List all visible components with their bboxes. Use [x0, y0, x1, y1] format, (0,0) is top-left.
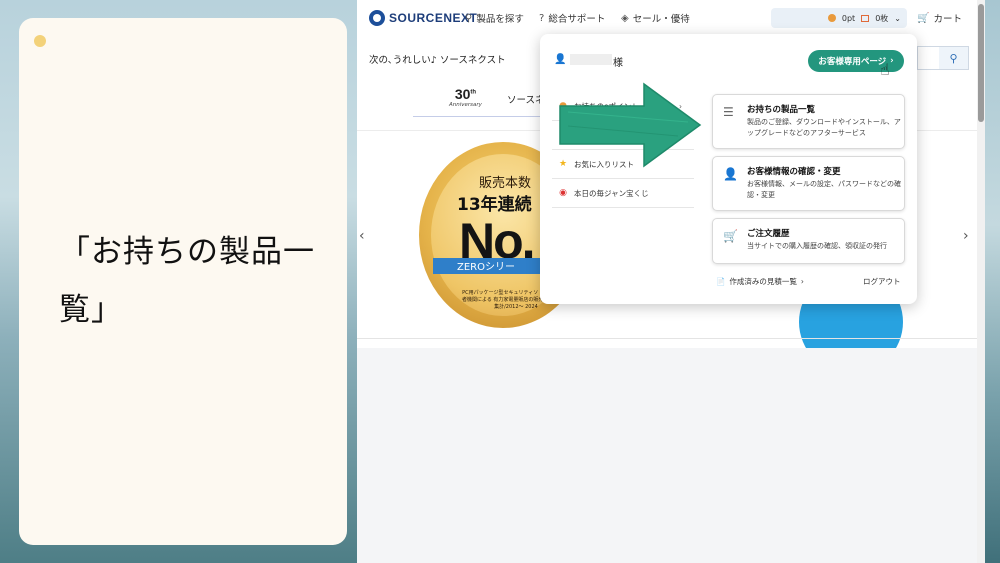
member-page-label: お客様専用ページ: [818, 57, 887, 67]
top-nav: SOURCENEXT ⚲ 製品を探す ? 総合サポート ◈ セール・優待 0pt…: [357, 0, 977, 36]
user-name-redacted: [570, 54, 612, 65]
lottery-icon: ◉: [559, 188, 567, 198]
ticket-icon: [861, 14, 870, 22]
card-order-history[interactable]: 🛒 ご注文履歴 当サイトでの購入履歴の確認、領収証の発行: [712, 218, 905, 264]
cart-icon: 🛒: [723, 229, 738, 243]
nav-item-label: セール・優待: [632, 14, 690, 25]
point-icon: [827, 14, 836, 22]
sub-tab[interactable]: ソースネ: [507, 92, 545, 106]
site-logo[interactable]: SOURCENEXT: [369, 10, 477, 26]
nav-item-sale[interactable]: ◈ セール・優待: [621, 11, 690, 26]
card-owned-products[interactable]: ☰ お持ちの製品一覧 製品のご登録、ダウンロードやインストール、アップグレードな…: [712, 94, 905, 149]
account-pill[interactable]: 0pt 0枚 ⌄: [771, 8, 907, 28]
cart-link[interactable]: 🛒 カート: [917, 11, 962, 26]
account-dropdown: 👤 様 お客様専用ページ › ☝ ● お持ちのeポイント › ▢ ★ お気に入り…: [540, 34, 917, 304]
anniversary-number: 30: [454, 86, 471, 102]
tickets-value: 0枚: [875, 13, 889, 23]
nav-item-label: 製品を探す: [476, 14, 524, 25]
scrollbar[interactable]: [977, 0, 985, 563]
cart-icon: 🛒: [917, 12, 930, 24]
anniversary-logo: 30th Anniversary: [449, 86, 482, 108]
banner-line1: 販売本数: [479, 176, 532, 191]
search-icon: ⚲: [949, 51, 958, 65]
user-icon: 👤: [554, 54, 567, 65]
divider: [357, 338, 977, 339]
caption-text: 「お持ちの製品一覧」: [59, 234, 315, 328]
chevron-right-icon: ›: [800, 277, 804, 286]
card-desc: 製品のご登録、ダウンロードやインストール、アップグレードなどのアフターサービス: [747, 118, 901, 137]
card-title: お持ちの製品一覧: [747, 105, 816, 115]
card-title: ご注文履歴: [747, 229, 790, 239]
scroll-thumb[interactable]: [978, 4, 984, 122]
card-desc: 当サイトでの購入履歴の確認、領収証の発行: [747, 242, 887, 250]
card-title: お客様情報の確認・変更: [747, 167, 841, 177]
search-button[interactable]: ⚲: [939, 46, 969, 70]
caption-dot: [34, 35, 46, 47]
cart-label: カート: [933, 14, 962, 25]
question-icon: ?: [539, 12, 545, 24]
search-input[interactable]: [917, 46, 941, 70]
menu-item-label: 本日の毎ジャン宝くじ: [574, 188, 649, 198]
nav-item-search-products[interactable]: ⚲ 製品を探す: [465, 11, 524, 26]
menu-item-lottery[interactable]: ◉ 本日の毎ジャン宝くじ: [552, 179, 694, 208]
chevron-right-icon: ›: [890, 56, 894, 66]
nav-item-label: 総合サポート: [548, 14, 606, 25]
chevron-down-icon: ⌄: [894, 13, 901, 23]
estimate-list-label: 作成済みの見積一覧: [729, 277, 797, 286]
card-desc: お客様情報、メールの設定、パスワードなどの確認・変更: [747, 180, 901, 199]
tagline: 次の､うれしい♪ ソースネクスト: [369, 55, 506, 66]
tag-icon: ◈: [621, 12, 629, 24]
points-value: 0pt: [841, 13, 856, 23]
user-icon: 👤: [723, 167, 738, 181]
search-icon: ⚲: [465, 12, 473, 24]
pointer-arrow: [559, 82, 702, 168]
hand-cursor-icon: ☝: [880, 60, 890, 79]
caption-card: 「お持ちの製品一覧」: [19, 18, 347, 545]
document-icon: 📄: [716, 277, 726, 286]
card-customer-info[interactable]: 👤 お客様情報の確認・変更 お客様情報、メールの設定、パスワードなどの確認・変更: [712, 156, 905, 211]
anniversary-label: Anniversary: [449, 102, 482, 108]
content-area: [357, 348, 977, 563]
carousel-next-icon[interactable]: ›: [963, 228, 969, 244]
user-suffix: 様: [613, 58, 623, 69]
list-icon: ☰: [723, 105, 734, 119]
carousel-prev-icon[interactable]: ‹: [359, 228, 365, 244]
estimate-list-link[interactable]: 📄 作成済みの見積一覧 ›: [716, 276, 804, 287]
anniversary-sup: th: [470, 89, 477, 96]
logo-mark-icon: [369, 10, 385, 26]
logout-link[interactable]: ログアウト: [863, 276, 901, 287]
nav-item-support[interactable]: ? 総合サポート: [539, 11, 606, 26]
